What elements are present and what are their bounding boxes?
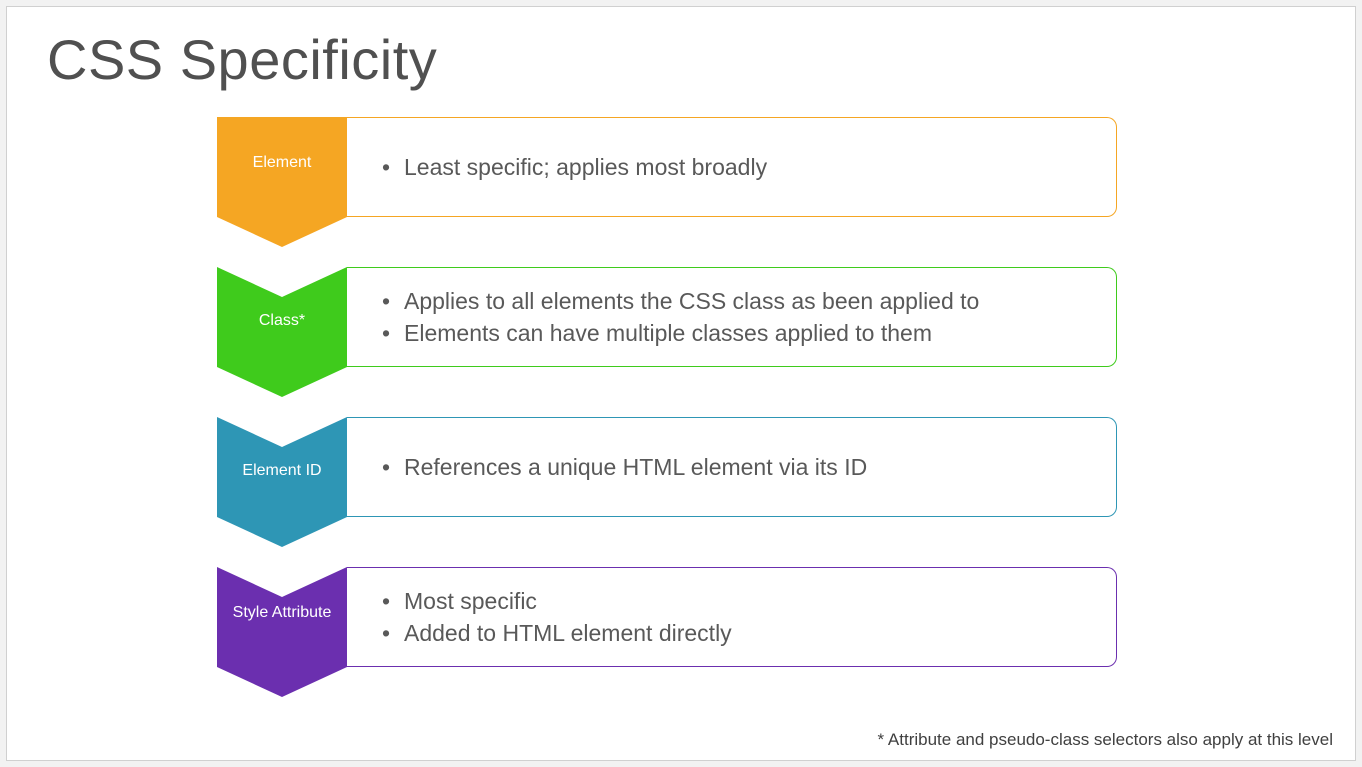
bullet-item: Added to HTML element directly [382,617,732,649]
chevron-label: Class* [217,311,347,330]
slide-frame: CSS Specificity Element Least specific; … [6,6,1356,761]
footnote-text: * Attribute and pseudo-class selectors a… [878,730,1333,750]
chevron-label: Style Attribute [217,603,347,622]
info-box: Least specific; applies most broadly [347,117,1117,217]
info-box: Most specific Added to HTML element dire… [347,567,1117,667]
bullet-item: Least specific; applies most broadly [382,151,767,183]
page-title: CSS Specificity [47,27,437,92]
row-element: Element Least specific; applies most bro… [217,117,1137,247]
chevron-down-icon [217,267,347,397]
chevron-label: Element [217,153,347,172]
row-class: Class* Applies to all elements the CSS c… [217,267,1137,397]
chevron-down-icon [217,117,347,247]
bullet-item: Most specific [382,585,732,617]
row-style-attribute: Style Attribute Most specific Added to H… [217,567,1137,697]
bullet-item: Applies to all elements the CSS class as… [382,285,979,317]
info-box: References a unique HTML element via its… [347,417,1117,517]
diagram-content: Element Least specific; applies most bro… [217,117,1137,717]
row-element-id: Element ID References a unique HTML elem… [217,417,1137,547]
chevron-down-icon [217,417,347,547]
bullet-item: Elements can have multiple classes appli… [382,317,979,349]
chevron-down-icon [217,567,347,697]
bullet-item: References a unique HTML element via its… [382,451,867,483]
chevron-label: Element ID [217,461,347,480]
info-box: Applies to all elements the CSS class as… [347,267,1117,367]
